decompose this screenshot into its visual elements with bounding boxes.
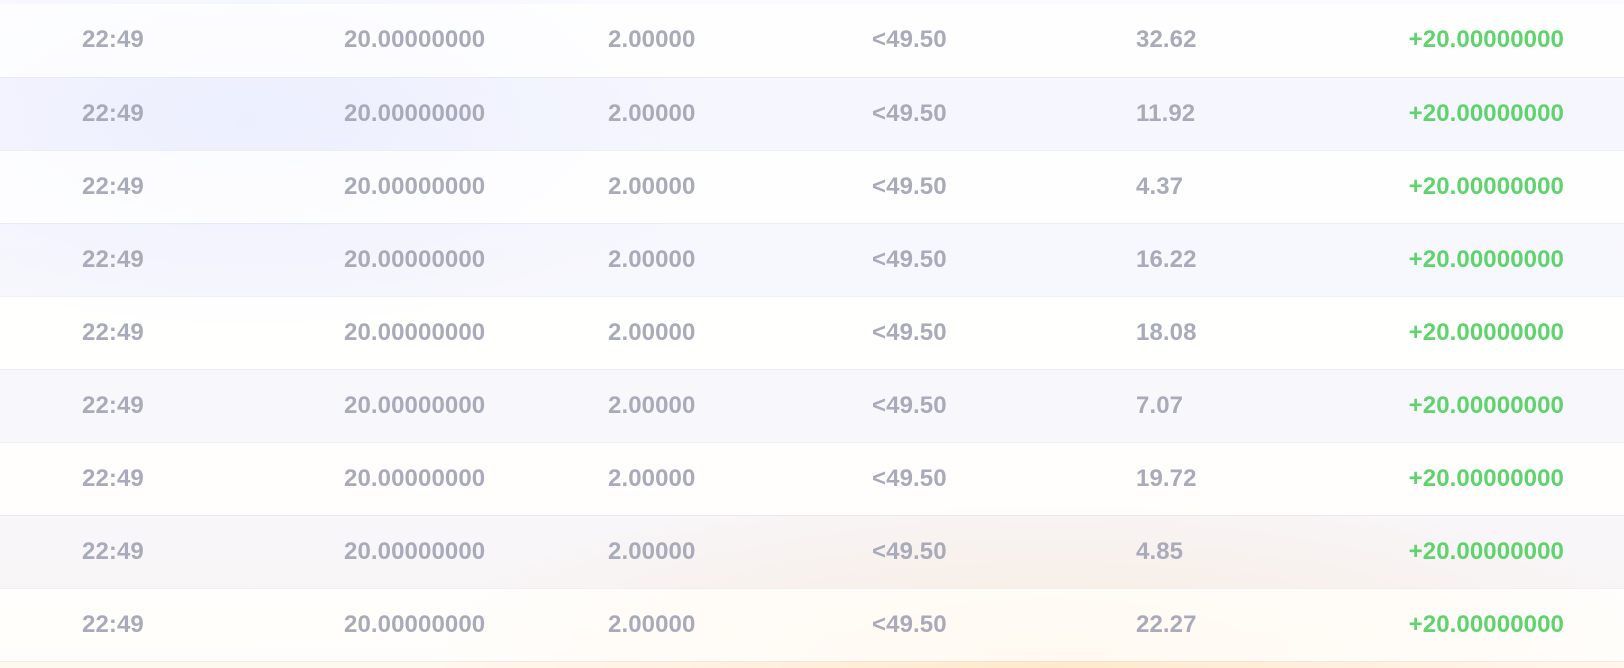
bet-multiplier: 2.00000 — [608, 77, 872, 151]
bet-profit: +20.00000000 — [1400, 515, 1624, 589]
bet-time: 22:49 — [0, 588, 344, 662]
bet-roll: 4.85 — [1136, 515, 1400, 589]
bet-time: 22:49 — [0, 296, 344, 370]
bet-profit: +20.00000000 — [1400, 588, 1624, 662]
table-row: 22:49 20.00000000 2.00000 <49.50 4.37 +2… — [0, 150, 1624, 224]
bet-roll: 4.37 — [1136, 150, 1400, 224]
bet-multiplier: 2.00000 — [608, 223, 872, 297]
bet-amount: 20.00000000 — [344, 150, 608, 224]
bet-target: <49.50 — [872, 369, 1136, 443]
bet-roll: 11.92 — [1136, 77, 1400, 151]
bet-profit: +20.00000000 — [1400, 77, 1624, 151]
bet-target: <49.50 — [872, 515, 1136, 589]
bet-multiplier: 2.00000 — [608, 515, 872, 589]
table-row: 22:49 20.00000000 2.00000 <49.50 11.92 +… — [0, 77, 1624, 151]
bet-time: 22:49 — [0, 369, 344, 443]
bets-table-body: 22:49 20.00000000 2.00000 <49.50 32.62 +… — [0, 4, 1624, 662]
bet-amount: 20.00000000 — [344, 588, 608, 662]
bet-roll: 18.08 — [1136, 296, 1400, 370]
bet-amount: 20.00000000 — [344, 77, 608, 151]
table-row: 22:49 20.00000000 2.00000 <49.50 19.72 +… — [0, 442, 1624, 516]
bet-profit: +20.00000000 — [1400, 296, 1624, 370]
bet-roll: 19.72 — [1136, 442, 1400, 516]
bet-profit: +20.00000000 — [1400, 442, 1624, 516]
bet-multiplier: 2.00000 — [608, 150, 872, 224]
table-row: 22:49 20.00000000 2.00000 <49.50 32.62 +… — [0, 4, 1624, 78]
bet-roll: 16.22 — [1136, 223, 1400, 297]
bet-roll: 22.27 — [1136, 588, 1400, 662]
bet-time: 22:49 — [0, 150, 344, 224]
table-row: 22:49 20.00000000 2.00000 <49.50 7.07 +2… — [0, 369, 1624, 443]
bet-roll: 7.07 — [1136, 369, 1400, 443]
bet-roll: 32.62 — [1136, 4, 1400, 78]
bet-multiplier: 2.00000 — [608, 442, 872, 516]
bet-profit: +20.00000000 — [1400, 150, 1624, 224]
bet-time: 22:49 — [0, 223, 344, 297]
bets-history-table: 22:49 20.00000000 2.00000 <49.50 32.62 +… — [0, 4, 1624, 662]
bet-target: <49.50 — [872, 4, 1136, 78]
bet-target: <49.50 — [872, 77, 1136, 151]
bet-target: <49.50 — [872, 296, 1136, 370]
bet-amount: 20.00000000 — [344, 442, 608, 516]
table-row: 22:49 20.00000000 2.00000 <49.50 4.85 +2… — [0, 515, 1624, 589]
bet-target: <49.50 — [872, 442, 1136, 516]
bet-amount: 20.00000000 — [344, 4, 608, 78]
bet-time: 22:49 — [0, 77, 344, 151]
bet-multiplier: 2.00000 — [608, 588, 872, 662]
bet-amount: 20.00000000 — [344, 223, 608, 297]
bet-time: 22:49 — [0, 442, 344, 516]
bet-multiplier: 2.00000 — [608, 296, 872, 370]
bet-amount: 20.00000000 — [344, 369, 608, 443]
bet-profit: +20.00000000 — [1400, 223, 1624, 297]
bet-time: 22:49 — [0, 515, 344, 589]
bet-multiplier: 2.00000 — [608, 369, 872, 443]
table-row: 22:49 20.00000000 2.00000 <49.50 16.22 +… — [0, 223, 1624, 297]
bet-profit: +20.00000000 — [1400, 369, 1624, 443]
table-row: 22:49 20.00000000 2.00000 <49.50 18.08 +… — [0, 296, 1624, 370]
bet-multiplier: 2.00000 — [608, 4, 872, 78]
bet-time: 22:49 — [0, 4, 344, 78]
bet-target: <49.50 — [872, 223, 1136, 297]
table-row: 22:49 20.00000000 2.00000 <49.50 22.27 +… — [0, 588, 1624, 662]
bet-amount: 20.00000000 — [344, 296, 608, 370]
bet-profit: +20.00000000 — [1400, 4, 1624, 78]
bet-target: <49.50 — [872, 150, 1136, 224]
bet-amount: 20.00000000 — [344, 515, 608, 589]
bet-target: <49.50 — [872, 588, 1136, 662]
